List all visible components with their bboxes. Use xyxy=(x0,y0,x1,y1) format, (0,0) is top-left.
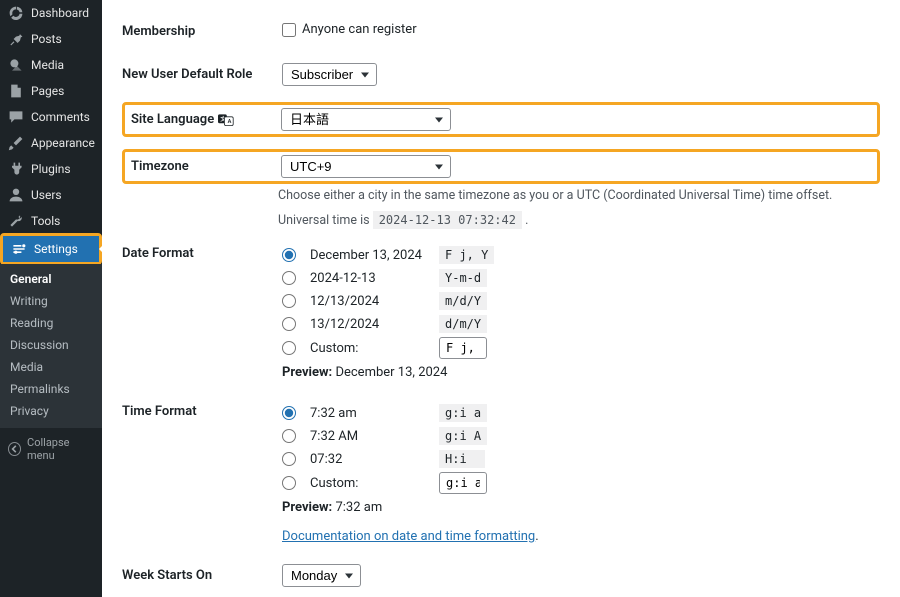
date-code-0: F j, Y xyxy=(439,246,494,264)
week-select[interactable]: Monday xyxy=(282,564,361,587)
date-radio-custom[interactable] xyxy=(282,341,296,355)
time-preview-label: Preview: xyxy=(282,500,332,515)
sidebar-item-appearance[interactable]: Appearance xyxy=(0,130,102,156)
date-radio-3[interactable] xyxy=(282,317,296,331)
time-radio-custom[interactable] xyxy=(282,476,296,490)
time-display-2: 07:32 xyxy=(310,452,425,467)
time-code-1: g:i A xyxy=(439,427,487,445)
newuser-label: New User Default Role xyxy=(122,53,272,96)
comment-icon xyxy=(8,109,24,125)
submenu-media[interactable]: Media xyxy=(0,356,102,378)
date-code-1: Y-m-d xyxy=(439,269,487,287)
date-display-1: 2024-12-13 xyxy=(310,271,425,286)
date-radio-1[interactable] xyxy=(282,271,296,285)
date-display-0: December 13, 2024 xyxy=(310,248,425,263)
membership-check-text: Anyone can register xyxy=(302,22,417,37)
time-display-0: 7:32 am xyxy=(310,406,425,421)
date-preview-value: December 13, 2024 xyxy=(335,365,447,380)
date-display-3: 13/12/2024 xyxy=(310,317,425,332)
time-custom-label: Custom: xyxy=(310,476,425,491)
submenu-writing[interactable]: Writing xyxy=(0,290,102,312)
timezone-select[interactable]: UTC+9 xyxy=(281,155,451,178)
settings-icon xyxy=(11,241,27,257)
collapse-icon xyxy=(8,442,21,456)
dateformat-label: Date Format xyxy=(122,232,272,390)
newuser-select[interactable]: Subscriber xyxy=(282,63,377,86)
timeformat-label: Time Format xyxy=(122,390,272,554)
sidebar-label: Posts xyxy=(31,32,62,46)
sidebar-label: Media xyxy=(31,58,64,72)
date-custom-input[interactable] xyxy=(439,337,487,359)
sidebar-item-media[interactable]: Media xyxy=(0,52,102,78)
sidebar-item-users[interactable]: Users xyxy=(0,182,102,208)
settings-content: Membership Anyone can register New User … xyxy=(102,0,900,597)
sidebar-item-posts[interactable]: Posts xyxy=(0,26,102,52)
user-icon xyxy=(8,187,24,203)
pin-icon xyxy=(8,31,24,47)
pages-icon xyxy=(8,83,24,99)
admin-sidebar: Dashboard Posts Media Pages Comments App… xyxy=(0,0,102,597)
date-code-2: m/d/Y xyxy=(439,292,487,310)
sidebar-label: Comments xyxy=(31,110,90,124)
sidebar-label: Dashboard xyxy=(31,6,89,20)
membership-checkbox-label[interactable]: Anyone can register xyxy=(282,22,417,37)
collapse-menu[interactable]: Collapse menu xyxy=(0,428,102,470)
sidebar-label: Appearance xyxy=(31,136,95,150)
date-preview-label: Preview: xyxy=(282,365,332,380)
date-code-3: d/m/Y xyxy=(439,315,487,333)
date-radio-2[interactable] xyxy=(282,294,296,308)
time-code-0: g:i a xyxy=(439,404,487,422)
submenu-general[interactable]: General xyxy=(0,268,102,290)
sidebar-item-pages[interactable]: Pages xyxy=(0,78,102,104)
time-code-2: H:i xyxy=(439,450,485,468)
date-display-2: 12/13/2024 xyxy=(310,294,425,309)
sidebar-label: Users xyxy=(31,188,62,202)
dashboard-icon xyxy=(8,5,24,21)
wrench-icon xyxy=(8,213,24,229)
time-display-1: 7:32 AM xyxy=(310,429,425,444)
highlight-settings: Settings xyxy=(0,233,102,265)
sidebar-label: Tools xyxy=(31,214,60,228)
universal-time-prefix: Universal time is xyxy=(278,213,370,228)
svg-text:A: A xyxy=(228,119,232,125)
sidebar-item-tools[interactable]: Tools xyxy=(0,208,102,234)
time-custom-input[interactable] xyxy=(439,472,487,494)
date-radio-0[interactable] xyxy=(282,248,296,262)
plug-icon xyxy=(8,161,24,177)
universal-time-value: 2024-12-13 07:32:42 xyxy=(373,211,522,229)
time-radio-1[interactable] xyxy=(282,429,296,443)
sitelang-select[interactable]: 日本語 xyxy=(281,108,451,131)
timezone-description: Choose either a city in the same timezon… xyxy=(278,188,880,203)
doc-link[interactable]: Documentation on date and time formattin… xyxy=(282,529,535,544)
highlight-site-language: Site Language 文A 日本語 xyxy=(122,102,880,137)
sidebar-label: Plugins xyxy=(31,162,71,176)
submenu-reading[interactable]: Reading xyxy=(0,312,102,334)
translate-icon: 文A xyxy=(218,113,234,127)
time-preview-value: 7:32 am xyxy=(335,500,382,515)
submenu-privacy[interactable]: Privacy xyxy=(0,400,102,422)
brush-icon xyxy=(8,135,24,151)
time-radio-2[interactable] xyxy=(282,452,296,466)
membership-label: Membership xyxy=(122,10,272,53)
sidebar-item-dashboard[interactable]: Dashboard xyxy=(0,0,102,26)
sidebar-item-comments[interactable]: Comments xyxy=(0,104,102,130)
sidebar-label: Pages xyxy=(31,84,64,98)
settings-submenu: General Writing Reading Discussion Media… xyxy=(0,264,102,428)
sidebar-label: Settings xyxy=(34,242,78,256)
submenu-permalinks[interactable]: Permalinks xyxy=(0,378,102,400)
sitelang-label: Site Language xyxy=(131,112,214,127)
collapse-label: Collapse menu xyxy=(27,436,94,462)
time-radio-0[interactable] xyxy=(282,406,296,420)
sidebar-item-settings[interactable]: Settings xyxy=(3,236,99,262)
media-icon xyxy=(8,57,24,73)
timezone-label: Timezone xyxy=(131,159,281,174)
submenu-discussion[interactable]: Discussion xyxy=(0,334,102,356)
week-label: Week Starts On xyxy=(122,554,272,597)
date-custom-label: Custom: xyxy=(310,341,425,356)
sidebar-item-plugins[interactable]: Plugins xyxy=(0,156,102,182)
membership-checkbox[interactable] xyxy=(282,23,296,37)
highlight-timezone: Timezone UTC+9 xyxy=(122,149,880,184)
